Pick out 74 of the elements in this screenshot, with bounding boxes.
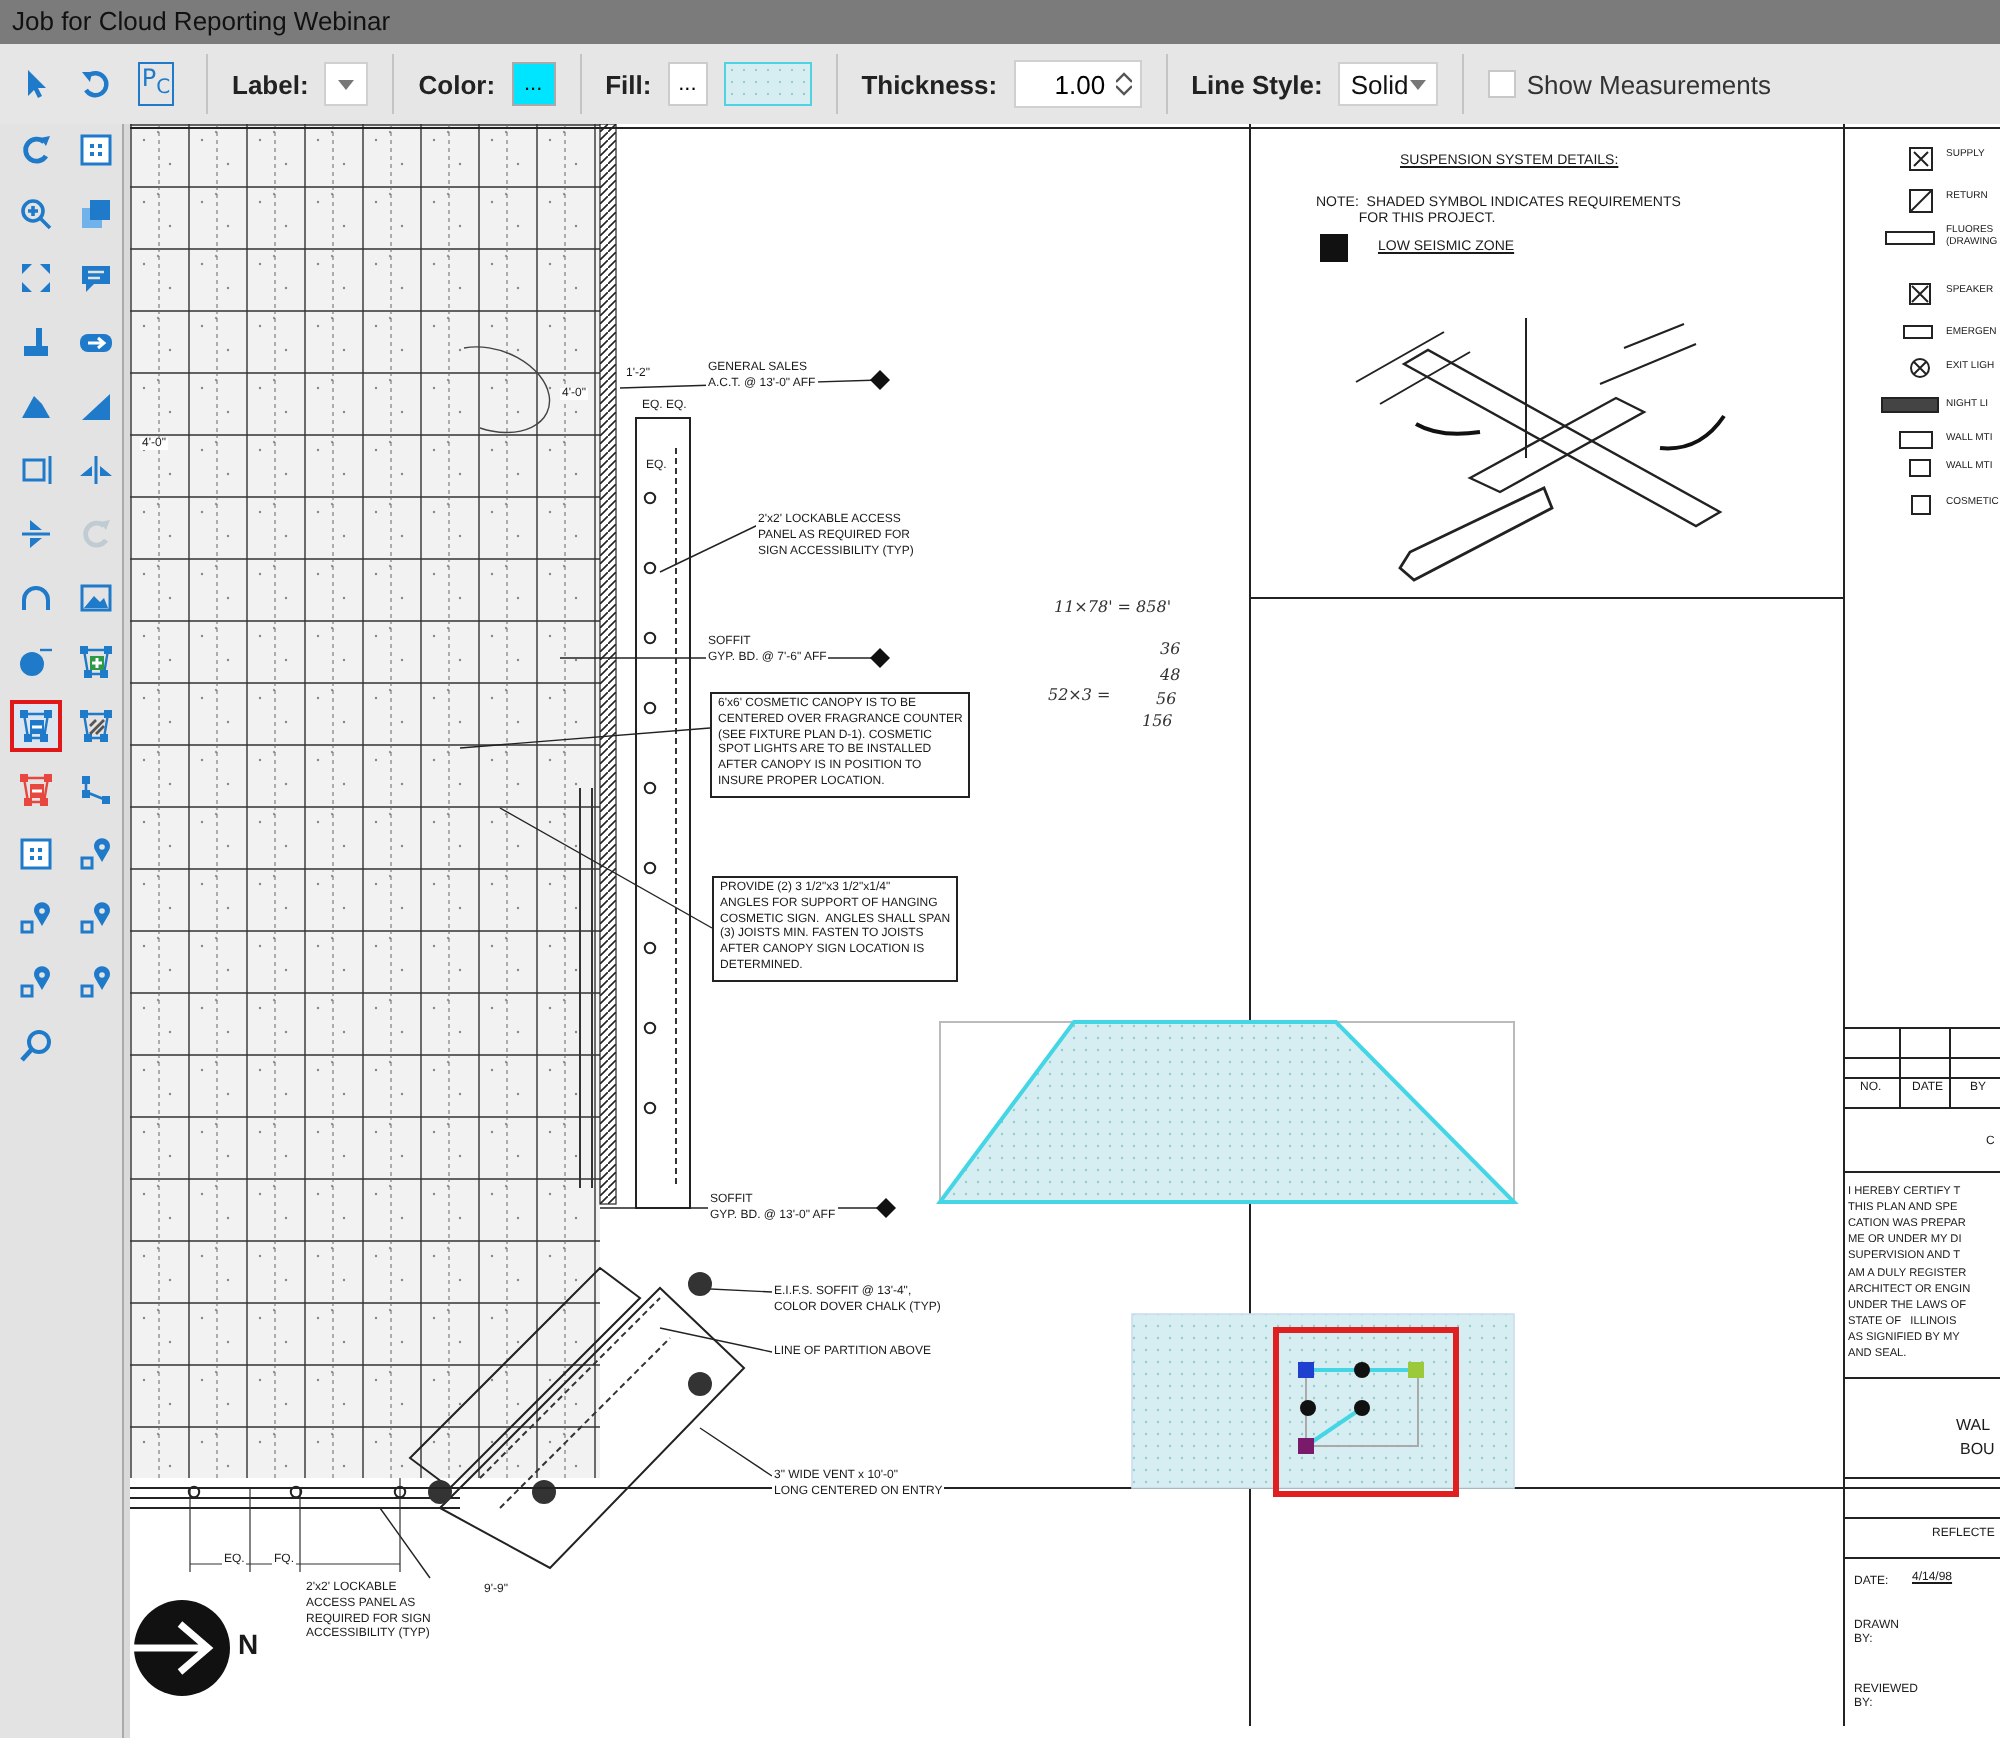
split-icon: [78, 452, 114, 488]
exit-light-symbol-icon: [1910, 358, 1930, 378]
window-title: Job for Cloud Reporting Webinar: [0, 0, 2000, 44]
layers-icon: [78, 196, 114, 232]
leader-line: [659, 1327, 773, 1353]
show-measurements-label[interactable]: Show Measurements: [1526, 69, 1771, 99]
color-button[interactable]: ...: [511, 62, 556, 106]
checkbox[interactable]: [1488, 70, 1517, 98]
image-icon: [78, 580, 114, 616]
thickness-caption: Thickness:: [861, 69, 998, 99]
polyline-icon: [78, 772, 114, 808]
wall-mount-symbol-icon: [1899, 431, 1933, 449]
wall-mount-symbol-icon: [1909, 459, 1931, 477]
cosmetic-light-symbol-icon: [1911, 495, 1931, 515]
line-style-caption: Line Style:: [1191, 69, 1323, 99]
fill-options-button[interactable]: ...: [667, 62, 708, 106]
stamp-icon: [18, 324, 54, 360]
diamond-marker-icon: [876, 1198, 896, 1218]
comment-icon: [78, 260, 114, 296]
supply-symbol-icon: [1909, 147, 1933, 171]
location-pin-icon: [18, 964, 54, 1000]
arc-icon: [18, 580, 54, 616]
remove-shape-icon: [18, 772, 54, 808]
undo-icon: [78, 66, 114, 102]
location-pin-icon: [78, 836, 114, 872]
emergency-light-symbol-icon: [1903, 325, 1933, 339]
fill-caption: Fill:: [605, 69, 652, 99]
night-light-symbol-icon: [1881, 397, 1939, 413]
grid-icon: [18, 836, 54, 872]
hatched-shape-icon: [78, 708, 114, 744]
diamond-marker-icon: [870, 370, 890, 390]
caret-icon: [1410, 79, 1427, 89]
location-pin-icon: [78, 964, 114, 1000]
project-name: WAL: [1956, 1416, 1991, 1434]
handwritten-note: 52×3 =: [1048, 686, 1111, 704]
spinner-icon[interactable]: [1115, 72, 1132, 96]
leader-line: [379, 1507, 431, 1579]
rectangle-icon: [18, 452, 54, 488]
seismic-symbol-icon: [1320, 234, 1348, 262]
triangle-icon: [78, 388, 114, 424]
north-label: N: [238, 1628, 259, 1660]
handwritten-note: 56: [1156, 690, 1177, 708]
location-pin-icon: [18, 900, 54, 936]
remove-shape-icon: [18, 708, 54, 744]
zoom-in-icon: [18, 196, 54, 232]
handwritten-note: 156: [1142, 712, 1173, 730]
grid-icon: [78, 132, 114, 168]
rectangle-shape[interactable]: [1131, 1313, 1515, 1489]
speaker-symbol-icon: [1909, 283, 1931, 305]
project-name: BOU: [1960, 1440, 1995, 1458]
fill-swatch[interactable]: [723, 62, 812, 106]
search-icon: [18, 1028, 54, 1064]
tool-button[interactable]: [10, 700, 62, 752]
redo-icon: [78, 516, 114, 552]
redo-icon: [18, 132, 54, 168]
label-dropdown[interactable]: [324, 62, 369, 106]
handwritten-note: 36: [1160, 640, 1181, 658]
add-shape-icon: [78, 644, 114, 680]
caret-icon: [338, 79, 355, 89]
diamond-marker-icon: [870, 648, 890, 668]
fixture-symbol-icon: [1885, 231, 1935, 245]
expand-icon: [18, 260, 54, 296]
location-pin-icon: [78, 900, 114, 936]
handwritten-note: 48: [1160, 666, 1181, 684]
return-symbol-icon: [1909, 189, 1933, 213]
leader-line: [659, 523, 761, 573]
color-caption: Color:: [418, 69, 496, 99]
leader-line: [699, 1427, 773, 1477]
polyline-shape[interactable]: [1273, 1327, 1459, 1497]
thickness-field[interactable]: 1.00: [1013, 60, 1142, 108]
line-style-dropdown[interactable]: Solid: [1338, 62, 1439, 106]
label-caption: Label:: [232, 69, 309, 99]
handwritten-note: 11×78' = 858': [1054, 598, 1172, 616]
flip-icon: [18, 516, 54, 552]
